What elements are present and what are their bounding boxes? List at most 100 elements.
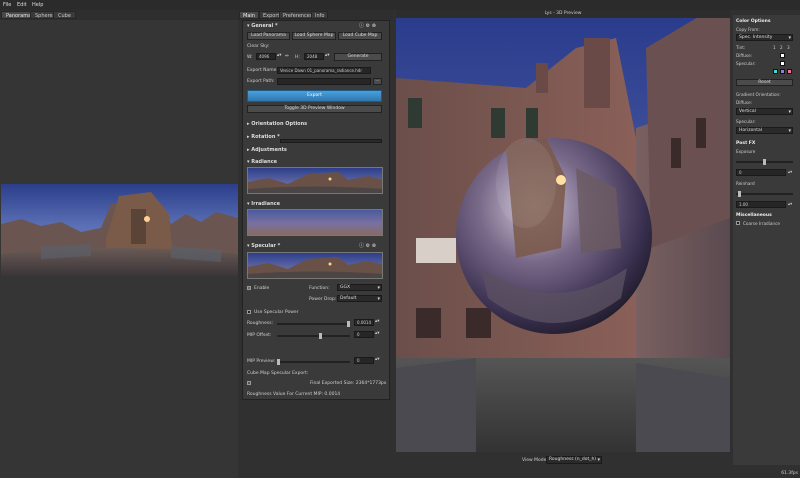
- exposure-handle[interactable]: [763, 159, 766, 165]
- reinhard-input[interactable]: 1.00: [736, 201, 786, 208]
- section-general-header[interactable]: ▾ General *: [247, 23, 278, 29]
- section-specular-header[interactable]: ▾ Specular *: [247, 243, 280, 249]
- export-path-input[interactable]: [277, 78, 371, 85]
- mip-offset-input[interactable]: 0: [354, 331, 374, 338]
- fps-counter: 61.3fps: [781, 471, 798, 476]
- section-adjustments-header[interactable]: ▸ Adjustments: [247, 147, 287, 153]
- function-select[interactable]: GGX: [337, 284, 382, 291]
- reset-button[interactable]: Reset: [736, 79, 793, 86]
- close-icon[interactable]: ⊗: [372, 23, 376, 29]
- settings-icon[interactable]: ⚙: [366, 243, 370, 249]
- specular-thumbnail: [247, 252, 383, 279]
- coarse-irradiance-checkbox[interactable]: [736, 221, 740, 225]
- reinhard-handle[interactable]: [738, 191, 741, 197]
- preview-title: Lys - 3D Preview: [396, 10, 730, 18]
- exposure-label: Exposure: [736, 149, 756, 154]
- info-icon[interactable]: ⓘ: [359, 23, 364, 29]
- enable-label: Enable: [254, 286, 270, 291]
- tint-swatch-3[interactable]: [787, 69, 792, 74]
- width-input[interactable]: 4096: [256, 53, 276, 60]
- copy-from-select[interactable]: Spec. Intensity: [736, 34, 793, 41]
- height-label: H:: [295, 55, 300, 60]
- color-options-panel: Color Options Copy From: Spec. Intensity…: [733, 15, 800, 465]
- load-panorama-button[interactable]: Load Panorama: [247, 32, 290, 40]
- close-icon[interactable]: ⊗: [372, 243, 376, 249]
- use-specular-power-label: Use Specular Power: [254, 310, 299, 315]
- panorama-image: [1, 184, 238, 276]
- section-radiance-header[interactable]: ▾ Radiance: [247, 159, 277, 165]
- color-options-title: Color Options: [736, 19, 771, 24]
- power-drop-label: Power Drop:: [309, 297, 337, 302]
- mip-preview-label: MIP Preview:: [247, 359, 276, 364]
- section-rotation-header[interactable]: ▸ Rotation *: [247, 134, 280, 140]
- section-irradiance-title: Irradiance: [251, 201, 281, 207]
- generate-button[interactable]: Generate: [334, 53, 382, 61]
- reinhard-label: Reinhard: [736, 181, 755, 186]
- specular-swatch[interactable]: [780, 61, 785, 66]
- tint-swatch-1[interactable]: [773, 69, 778, 74]
- diffuse-label: Diffuse:: [736, 53, 753, 58]
- menu-bar: File Edit Help: [0, 0, 800, 10]
- section-general-icons[interactable]: ⓘ ⚙ ⊗: [359, 22, 376, 29]
- export-button[interactable]: Export: [247, 90, 382, 102]
- browse-button[interactable]: ...: [373, 78, 382, 85]
- mip-preview-stepper[interactable]: ▴▾: [375, 357, 380, 362]
- reinhard-slider[interactable]: [736, 191, 793, 197]
- tab-cube[interactable]: Cube: [53, 11, 76, 19]
- use-specular-power-checkbox[interactable]: [247, 310, 251, 314]
- miscellaneous-title: Miscellaneous: [736, 213, 772, 218]
- info-icon[interactable]: ⓘ: [359, 243, 364, 249]
- diffuse-swatch[interactable]: [780, 53, 785, 58]
- mip-offset-label: MIP Offset:: [247, 333, 272, 338]
- reinhard-stepper[interactable]: ▴▾: [788, 201, 792, 206]
- gradient-diffuse-select[interactable]: Vertical: [736, 108, 793, 115]
- section-general-title: General *: [251, 23, 278, 29]
- cube-export-checkbox[interactable]: [247, 381, 251, 385]
- load-cube-map-button[interactable]: Load Cube Map: [338, 32, 382, 40]
- tint-number-2: 2: [780, 45, 783, 50]
- section-rotation-title: Rotation *: [251, 134, 280, 140]
- load-sphere-map-button[interactable]: Load Sphere Map: [292, 32, 336, 40]
- section-specular-icons[interactable]: ⓘ ⚙ ⊗: [359, 242, 376, 249]
- height-input[interactable]: 2048: [304, 53, 324, 60]
- exposure-stepper[interactable]: ▴▾: [788, 169, 792, 174]
- view-mode-select[interactable]: Roughness (n_dot_h): [546, 456, 602, 464]
- export-name-input[interactable]: Venice Dawn 01_panorama_radiance.hdr: [277, 67, 371, 74]
- menu-help[interactable]: Help: [32, 2, 43, 8]
- roughness-slider[interactable]: [277, 321, 350, 327]
- roughness-input[interactable]: 0.0014: [354, 319, 374, 326]
- cube-map-specular-export-label: Cube Map Specular Export:: [247, 371, 309, 376]
- coarse-irradiance-label: Coarse Irradiance: [743, 221, 780, 226]
- enable-checkbox[interactable]: [247, 286, 251, 290]
- section-irradiance-header[interactable]: ▾ Irradiance: [247, 201, 280, 207]
- roughness-stepper[interactable]: ▴▾: [375, 319, 380, 324]
- link-icon[interactable]: ⇔: [285, 54, 289, 59]
- gradient-specular-select[interactable]: Horizontal: [736, 127, 793, 134]
- section-radiance-title: Radiance: [251, 159, 278, 165]
- power-drop-select[interactable]: Default: [337, 295, 382, 302]
- menu-file[interactable]: File: [3, 2, 11, 8]
- rotation-bar[interactable]: [280, 139, 382, 143]
- export-name-label: Export Name:: [247, 68, 278, 73]
- tab-info[interactable]: Info: [311, 11, 329, 19]
- 3d-preview-viewport[interactable]: [396, 18, 730, 452]
- radiance-thumbnail: [247, 167, 383, 194]
- tint-swatch-2[interactable]: [780, 69, 785, 74]
- mip-preview-handle[interactable]: [277, 359, 280, 365]
- section-orientation-header[interactable]: ▸ Orientation Options: [247, 121, 307, 127]
- roughness-handle[interactable]: [347, 321, 350, 327]
- exposure-input[interactable]: 0: [736, 169, 786, 176]
- mip-offset-handle[interactable]: [319, 333, 322, 339]
- height-stepper[interactable]: ▴▾: [325, 53, 330, 58]
- toggle-3d-preview-button[interactable]: Toggle 3D Preview Window: [247, 105, 382, 113]
- menu-edit[interactable]: Edit: [17, 2, 27, 8]
- mip-preview-input[interactable]: 0: [354, 357, 374, 364]
- width-stepper[interactable]: ▴▾: [277, 53, 282, 58]
- tab-main[interactable]: Main: [239, 11, 259, 19]
- view-mode-bar: View Mode: Roughness (n_dot_h): [396, 452, 730, 468]
- mip-offset-stepper[interactable]: ▴▾: [375, 331, 380, 336]
- settings-icon[interactable]: ⚙: [366, 23, 370, 29]
- exposure-slider[interactable]: [736, 159, 793, 165]
- mip-preview-slider[interactable]: [277, 359, 350, 365]
- mip-offset-slider[interactable]: [277, 333, 350, 339]
